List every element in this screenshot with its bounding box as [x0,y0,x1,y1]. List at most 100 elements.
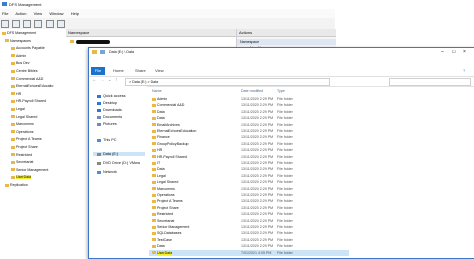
file-type: File folder [277,212,293,217]
tree-item[interactable]: Replication [5,183,28,188]
file-row[interactable]: GroupPolicyBackup 13/11/2020 2:29 PM File … [149,141,349,147]
tree-item[interactable]: Commercial A&D [11,77,43,82]
file-row[interactable]: Senior Management 13/11/2020 2:29 PM File … [149,224,349,230]
tree-item[interactable]: HR-Payroll Shared [11,99,46,104]
menu-file[interactable]: File [2,11,8,16]
tree-item-label: Secretariat [16,160,34,165]
ribbon-tab-home[interactable]: Home [113,68,124,73]
file-row[interactable]: Project Share 13/11/2020 2:29 PM File fold… [149,205,349,211]
nav-forward-icon[interactable]: → [100,77,105,83]
menu-help[interactable]: Help [71,11,79,16]
back-icon[interactable] [1,20,9,28]
maximize-icon[interactable]: ☐ [452,49,456,54]
file-row[interactable]: EternalEchoesEducation 13/11/2020 2:29 PM… [149,128,349,134]
file-row[interactable]: UserData 7/01/2021 4:05 PM File folder [149,249,349,256]
nav-item[interactable]: Desktop [97,101,117,105]
tree-item[interactable]: UserData [11,175,32,180]
file-row[interactable]: Legal 13/11/2020 2:29 PM File folder [149,173,349,179]
column-name[interactable]: Name [152,89,162,93]
nav-item[interactable]: Quick access [97,94,126,98]
ribbon-file-tab[interactable]: File [91,67,105,75]
file-row[interactable]: Operations 13/11/2020 2:29 PM File folder [149,192,349,198]
nav-item[interactable]: This PC [97,138,117,142]
properties-icon[interactable] [45,20,54,28]
tree-item[interactable]: DFS Management [2,31,36,36]
forward-icon[interactable] [12,20,21,28]
file-date: 13/11/2020 2:29 PM [241,116,274,121]
tree-item[interactable]: Senior Management [11,168,48,173]
file-row[interactable]: HR-Payroll Shared 13/11/2020 2:29 PM File … [149,154,349,160]
file-row[interactable]: Legal Shared 13/11/2020 2:29 PM File folde… [149,179,349,185]
file-row[interactable]: Commercial A&D 13/11/2020 2:29 PM File fol… [149,102,349,108]
nav-up-icon[interactable]: ↑ [115,77,118,83]
file-name: TestCase [157,237,172,242]
ribbon-help-icon[interactable]: ? [463,68,465,73]
menu-view[interactable]: View [34,11,43,16]
file-row[interactable]: Admin 13/11/2020 2:29 PM File folder [149,96,349,102]
tree-item[interactable]: Bus Dev [11,61,30,66]
file-row[interactable]: Marcomms 13/11/2020 2:29 PM File folder [149,186,349,192]
nav-item[interactable]: Documents [97,115,122,119]
tree-item[interactable]: Secretariat [11,160,33,165]
ribbon-tab-share[interactable]: Share [135,68,146,73]
tree-item[interactable]: HR [11,92,21,97]
tree-item-label: Restricted [16,152,33,157]
file-row[interactable]: Secretariat 13/11/2020 2:29 PM File folder [149,218,349,224]
tree-item[interactable]: Project Share [11,145,38,150]
nav-item[interactable]: DVD Drive (D:) VMwa [97,161,140,165]
tree-item[interactable]: Legal Shared [11,115,37,120]
ribbon-tab-view[interactable]: View [155,68,164,73]
file-row[interactable]: Data 13/11/2020 2:29 PM File folder [149,243,349,249]
menu-action[interactable]: Action [15,11,26,16]
tree-item[interactable]: Centre Bibles [11,69,38,74]
address-input[interactable]: > Data (E:) > Data [125,78,330,86]
file-row[interactable]: Project A Teams 13/11/2020 2:29 PM File fo… [149,198,349,204]
dfs-menu-bar: File Action View Window Help [0,9,335,18]
column-date-modified[interactable]: Date modified [241,89,263,93]
file-explorer-window: Data (E:) \ Data – ☐ × File Home Share V… [88,47,474,259]
tree-item[interactable]: Accounts Payable [11,46,45,51]
file-row[interactable]: Data 13/11/2020 2:29 PM File folder [149,166,349,172]
nav-item[interactable]: Downloads [97,108,122,112]
file-row[interactable]: SQLDatabases 13/11/2020 2:29 PM File folde… [149,230,349,236]
file-name: HR [157,148,163,153]
folder-icon [152,238,156,242]
console-tree-icon[interactable] [34,20,43,28]
file-row[interactable]: Data 13/11/2020 2:29 PM File folder [149,115,349,121]
tree-item[interactable]: Restricted [11,153,32,158]
search-input[interactable] [389,78,471,86]
file-row[interactable]: HR 13/11/2020 2:29 PM File folder [149,147,349,153]
file-name-cell: UserData [152,250,173,256]
tree-item[interactable]: Admin [11,54,26,59]
nav-item[interactable]: Data (E:) [93,152,145,156]
file-row[interactable]: EmailArchives 13/11/2020 2:29 PM File fold… [149,122,349,128]
file-row[interactable]: IT 13/11/2020 2:29 PM File folder [149,160,349,166]
file-name: Commercial A&D [157,103,185,108]
help-icon[interactable] [56,20,65,28]
quick-access-toolbar-icon[interactable] [100,50,105,54]
tree-item[interactable]: Legal [11,107,25,112]
close-icon[interactable]: × [463,49,466,55]
file-row[interactable]: Restricted 13/11/2020 2:29 PM File folder [149,211,349,217]
column-type[interactable]: Type [277,89,285,93]
tree-item[interactable]: Marcomms [11,122,34,127]
minimize-icon[interactable]: – [441,49,444,55]
file-type: File folder [277,103,293,108]
nav-item[interactable]: Pictures [97,122,117,126]
tree-item[interactable]: EternalEchoesEducatio [11,84,53,89]
file-row[interactable]: Data 13/11/2020 2:29 PM File folder [149,109,349,115]
nav-item[interactable]: Network [97,170,117,174]
file-date: 13/11/2020 2:29 PM [241,109,274,114]
tree-item[interactable]: Project A Teams [11,137,42,142]
tree-item[interactable]: Namespaces [5,39,31,44]
file-date: 13/11/2020 2:29 PM [241,148,274,153]
nav-back-icon[interactable]: ← [92,77,97,83]
folder-icon [152,231,156,235]
file-row[interactable]: Finance 13/11/2020 2:29 PM File folder [149,134,349,140]
tree-item[interactable]: Operations [11,130,34,135]
menu-window[interactable]: Window [49,11,63,16]
up-icon[interactable] [23,20,32,28]
recent-locations-icon[interactable]: ⌄ [108,77,111,82]
folder-icon [152,135,156,139]
file-row[interactable]: TestCase 13/11/2020 2:29 PM File folder [149,237,349,243]
